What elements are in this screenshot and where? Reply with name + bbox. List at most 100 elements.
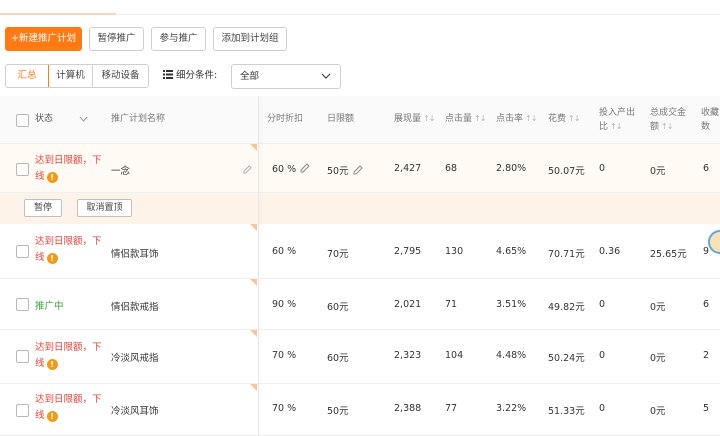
discount-value: 60 %	[272, 164, 296, 175]
discount-cell: 60 %	[272, 163, 310, 175]
sort-icon: ↑↓	[610, 122, 621, 131]
table-row[interactable]: 达到日限额，下线! 冷淡风耳饰 70 % 50元 2,388 77 3.22% …	[0, 384, 720, 436]
add-to-group-button[interactable]: 添加到计划组	[213, 27, 287, 51]
chevron-down-icon	[321, 71, 331, 81]
daily-limit-value: 50元	[327, 403, 349, 417]
spend-value: 50.07元	[548, 163, 585, 177]
table-header: 状态 推广计划名称 分时折扣 日限额 展现量↑↓ 点击量↑↓ 点击率↑↓ 花费↑…	[0, 96, 720, 144]
list-icon	[163, 70, 173, 79]
tab-computer[interactable]: 计算机	[48, 65, 92, 87]
edit-discount-pencil-icon[interactable]	[300, 163, 310, 173]
col-ctr[interactable]: 点击率↑↓	[496, 112, 536, 126]
favorites-value: 6	[703, 163, 709, 174]
col-roi-label-1: 投入产出	[599, 108, 635, 118]
status-text: 达到日限额，下线!	[35, 153, 107, 185]
plan-name[interactable]: 情侣款耳饰	[111, 246, 159, 260]
view-switcher: 汇总 计算机 移动设备	[5, 64, 149, 88]
row-marker	[250, 224, 257, 231]
col-daily-limit: 日限额	[327, 112, 354, 126]
row-marker	[250, 279, 257, 286]
col-fav-label-2: 数	[701, 122, 710, 132]
ctr-value: 4.65%	[496, 246, 526, 257]
col-clicks[interactable]: 点击量↑↓	[445, 112, 485, 126]
pause-promotion-button[interactable]: 暂停推广	[89, 27, 144, 51]
select-all-checkbox[interactable]	[16, 114, 29, 127]
filter-select[interactable]: 全部	[231, 64, 341, 89]
warning-icon[interactable]: !	[47, 359, 58, 370]
discount-value: 90 %	[272, 299, 296, 310]
warning-icon[interactable]: !	[47, 253, 58, 264]
filter-select-value: 全部	[240, 65, 259, 88]
status-line-1: 达到日限额，下	[35, 155, 102, 166]
col-spend[interactable]: 花费↑↓	[548, 112, 579, 126]
clicks-value: 71	[445, 299, 457, 310]
deals-value: 0元	[650, 299, 666, 313]
discount-value: 70 %	[272, 350, 296, 361]
col-ctr-label: 点击率	[496, 114, 523, 124]
col-discount: 分时折扣	[267, 112, 303, 126]
status-filter-chevron-icon[interactable]	[79, 116, 88, 122]
roi-value: 0	[599, 163, 605, 174]
col-fav-label-1: 收藏	[701, 108, 719, 118]
impressions-value: 2,323	[394, 350, 421, 361]
deals-value: 0元	[650, 163, 666, 177]
deals-value: 0元	[650, 350, 666, 364]
row-actions: 暂停 取消置顶	[0, 193, 720, 224]
plan-name[interactable]: 一念	[111, 163, 130, 177]
roi-value: 0.36	[599, 246, 620, 257]
roi-value: 0	[599, 403, 605, 414]
daily-limit-value: 60元	[327, 350, 349, 364]
table-row[interactable]: 达到日限额，下线! 一念 60 % 50元 2,427 68 2.80% 50.…	[0, 144, 720, 193]
favorites-value: 2	[703, 350, 709, 361]
favorites-value: 6	[703, 299, 709, 310]
col-favorites[interactable]: 收藏数	[701, 106, 719, 134]
favorites-value: 9	[703, 246, 709, 257]
top-divider	[116, 14, 720, 15]
row-checkbox[interactable]	[16, 350, 29, 363]
status-text: 推广中	[35, 298, 64, 312]
col-impressions[interactable]: 展现量↑↓	[394, 112, 434, 126]
edit-name-pencil-icon[interactable]	[243, 165, 252, 174]
table-row[interactable]: 达到日限额，下线! 情侣款耳饰 60 % 70元 2,795 130 4.65%…	[0, 224, 720, 279]
col-deals[interactable]: 总成交金额↑↓	[650, 106, 686, 134]
daily-limit-value: 70元	[327, 246, 349, 260]
col-deals-label-1: 总成交金	[650, 108, 686, 118]
impressions-value: 2,795	[394, 246, 421, 257]
new-plan-button[interactable]: +新建推广计划	[5, 27, 82, 51]
daily-limit-value: 60元	[327, 299, 349, 313]
row-checkbox[interactable]	[16, 163, 29, 176]
tab-mobile[interactable]: 移动设备	[92, 65, 148, 87]
warning-icon[interactable]: !	[47, 172, 58, 183]
row-checkbox[interactable]	[16, 404, 29, 417]
col-roi[interactable]: 投入产出比↑↓	[599, 106, 635, 134]
col-status[interactable]: 状态	[35, 112, 53, 126]
ctr-value: 3.51%	[496, 299, 526, 310]
col-name: 推广计划名称	[111, 112, 165, 126]
row-checkbox[interactable]	[16, 245, 29, 258]
ctr-value: 3.22%	[496, 403, 526, 414]
join-promotion-button[interactable]: 参与推广	[151, 27, 206, 51]
tab-summary[interactable]: 汇总	[5, 64, 49, 88]
sort-icon: ↑↓	[568, 114, 579, 123]
filter-label: 细分条件:	[163, 64, 217, 88]
edit-daily-limit-pencil-icon[interactable]	[353, 165, 363, 175]
clicks-value: 130	[445, 246, 463, 257]
spend-value: 51.33元	[548, 403, 585, 417]
table-row[interactable]: 达到日限额，下线! 冷淡风戒指 70 % 60元 2,323 104 4.48%…	[0, 330, 720, 384]
sort-icon: ↑↓	[423, 114, 434, 123]
row-checkbox[interactable]	[16, 298, 29, 311]
pause-row-button[interactable]: 暂停	[24, 199, 62, 217]
discount-value: 70 %	[272, 403, 296, 414]
warning-icon[interactable]: !	[47, 411, 58, 422]
discount-value: 60 %	[272, 246, 296, 257]
unpin-row-button[interactable]: 取消置顶	[77, 199, 132, 217]
plan-name[interactable]: 情侣款戒指	[111, 299, 159, 313]
deals-value: 0元	[650, 403, 666, 417]
table-row[interactable]: 推广中 情侣款戒指 90 % 60元 2,021 71 3.51% 49.82元…	[0, 279, 720, 330]
status-line-2: 线	[35, 171, 45, 182]
plan-name[interactable]: 冷淡风耳饰	[111, 403, 159, 417]
status-line-1: 达到日限额，下	[35, 236, 102, 247]
daily-limit-cell: 50元	[327, 163, 363, 177]
status-line-2: 线	[35, 410, 45, 421]
plan-name[interactable]: 冷淡风戒指	[111, 350, 159, 364]
